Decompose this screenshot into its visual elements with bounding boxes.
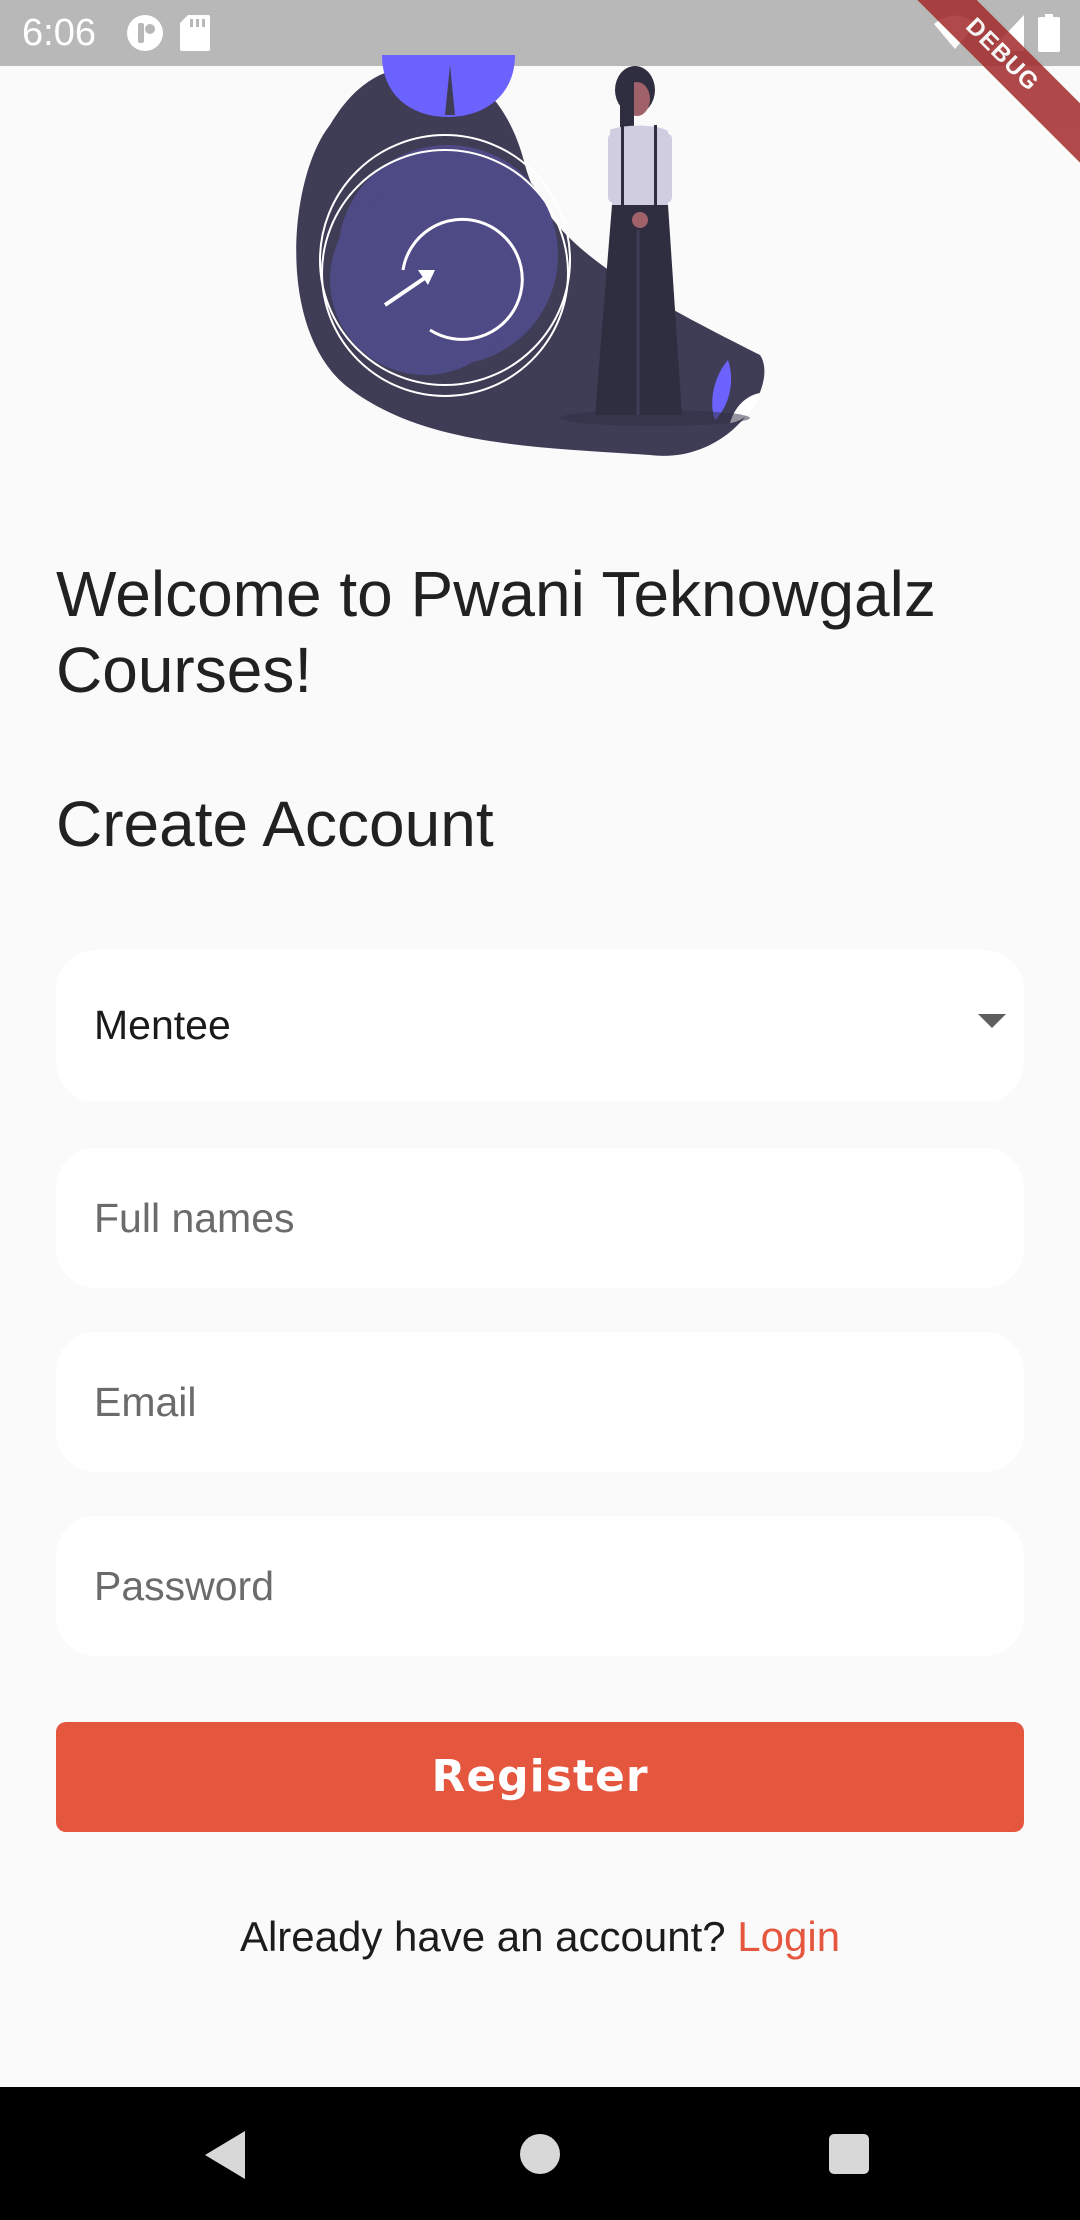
navigation-bar (0, 2087, 1080, 2220)
login-prompt-text: Already have an account? (239, 1913, 726, 1960)
full-names-field (56, 1148, 1024, 1288)
full-names-input[interactable] (94, 1148, 984, 1288)
register-button[interactable]: Register (56, 1722, 1024, 1832)
create-account-title: Create Account (56, 788, 494, 860)
welcome-title: Welcome to Pwani Teknowgalz Courses! (56, 558, 936, 706)
login-prompt: Already have an account? Login (0, 1910, 1080, 1964)
password-field (56, 1516, 1024, 1656)
sd-card-icon (180, 15, 210, 51)
recents-icon[interactable] (829, 2134, 869, 2174)
password-input[interactable] (94, 1516, 984, 1656)
email-field (56, 1332, 1024, 1472)
battery-icon (1038, 14, 1060, 52)
email-input[interactable] (94, 1332, 984, 1472)
dropdown-arrow-icon (978, 1014, 1006, 1028)
hero-illustration (296, 55, 765, 456)
status-time: 6:06 (22, 12, 96, 54)
notification-app-icon (127, 15, 163, 51)
role-dropdown-value: Mentee (94, 1002, 231, 1048)
home-icon[interactable] (520, 2134, 560, 2174)
role-dropdown[interactable]: Mentee (56, 950, 1024, 1102)
back-icon[interactable] (205, 2131, 245, 2179)
status-icons-left (126, 14, 210, 52)
login-link[interactable]: Login (737, 1913, 840, 1960)
